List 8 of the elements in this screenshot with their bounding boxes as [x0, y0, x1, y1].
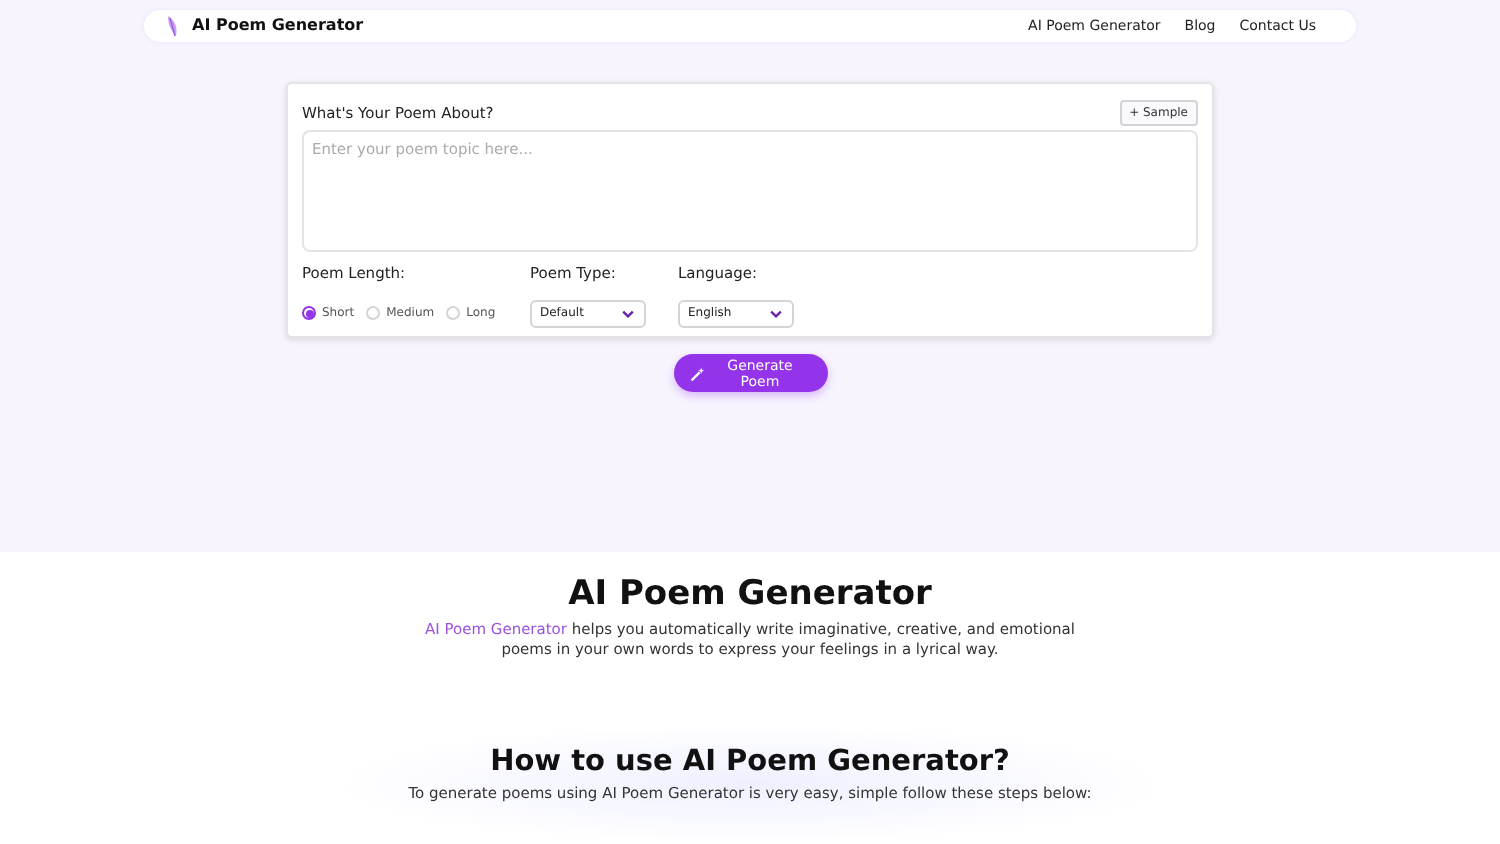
- magic-wand-icon: [689, 365, 705, 381]
- section-title: How to use AI Poem Generator?: [490, 744, 1010, 780]
- chevron-down-icon: [768, 305, 784, 321]
- brand-name[interactable]: AI Poem Generator: [192, 14, 364, 38]
- section-title: AI Poem Generator: [568, 574, 932, 614]
- feather-quill-icon: [164, 14, 182, 38]
- chevron-down-icon: [620, 305, 636, 321]
- radio-button[interactable]: [302, 306, 316, 320]
